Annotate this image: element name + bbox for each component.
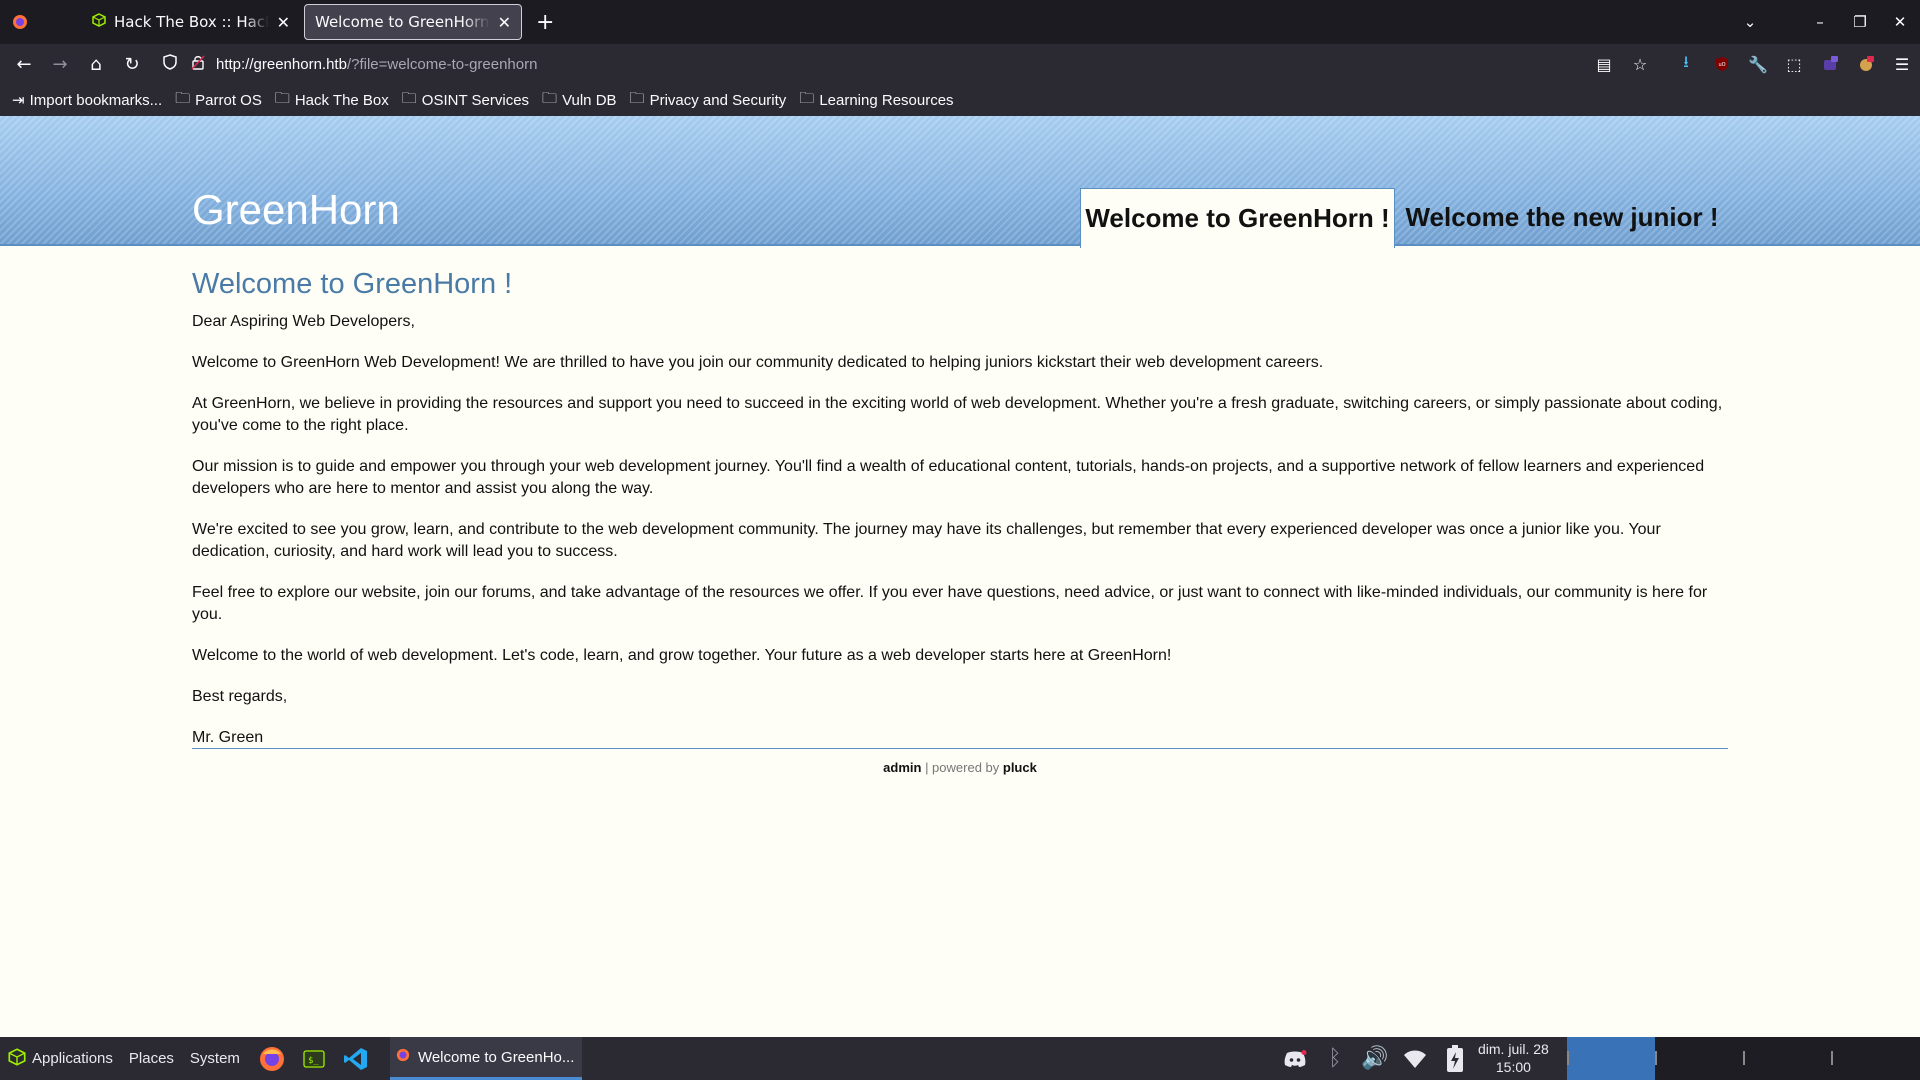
firefox-launcher-icon[interactable] — [256, 1043, 288, 1075]
bookmark-folder-osint[interactable]: 🗀 OSINT Services — [402, 88, 529, 113]
bookmark-folder-vuln-db[interactable]: 🗀 Vuln DB — [542, 88, 617, 113]
system-tray: ᛒ 🔊 — [1275, 1037, 1475, 1080]
paragraph: We're excited to see you grow, learn, an… — [192, 521, 1661, 560]
reader-view-icon[interactable]: ▤ — [1586, 48, 1622, 80]
svg-text:uO: uO — [1718, 62, 1725, 68]
url-bar[interactable]: http://greenhorn.htb/?file=welcome-to-gr… — [156, 48, 1626, 80]
import-icon: ⇥ — [12, 92, 25, 109]
bookmark-folder-privacy[interactable]: 🗀 Privacy and Security — [630, 88, 787, 113]
folder-icon: 🗀 — [274, 89, 290, 107]
tab-greenhorn[interactable]: Welcome to GreenHorn ! - GreenHorn ✕ — [304, 4, 522, 40]
footer-divider — [192, 748, 1728, 749]
paragraph: Welcome to GreenHorn Web Development! We… — [192, 354, 1324, 371]
clock-date: dim. juil. 28 — [1478, 1041, 1549, 1057]
app-menu-icon[interactable]: ☰ — [1884, 48, 1920, 80]
volume-icon[interactable]: 🔊 — [1355, 1046, 1395, 1071]
workspace-3[interactable] — [1743, 1037, 1831, 1080]
foxyproxy-icon[interactable] — [1812, 48, 1848, 80]
folder-icon: 🗀 — [401, 89, 417, 107]
url-text: http://greenhorn.htb/?file=welcome-to-gr… — [216, 55, 538, 73]
restore-icon[interactable]: ❐ — [1840, 13, 1880, 31]
svg-text:$_: $_ — [308, 1056, 319, 1066]
workspace-2[interactable] — [1655, 1037, 1743, 1080]
paragraph: Our mission is to guide and empower you … — [192, 458, 1705, 497]
signature: Mr. Green — [192, 729, 264, 746]
bookmark-folder-hack-the-box[interactable]: 🗀 Hack The Box — [275, 88, 389, 113]
tab-hack-the-box[interactable]: Hack The Box :: Hack The Box ✕ — [82, 4, 300, 40]
page-content: Welcome to GreenHorn ! Dear Aspiring Web… — [192, 268, 1728, 768]
firefox-small-icon — [396, 1048, 410, 1066]
menu-welcome-to-greenhorn[interactable]: Welcome to GreenHorn ! — [1080, 188, 1395, 248]
discord-icon[interactable] — [1275, 1049, 1315, 1068]
bookmark-folder-learning[interactable]: 🗀 Learning Resources — [799, 88, 953, 113]
bluetooth-icon[interactable]: ᛒ — [1315, 1046, 1355, 1071]
places-menu[interactable]: Places — [129, 1050, 174, 1067]
close-tab-icon[interactable]: ✕ — [498, 13, 511, 32]
ublock-icon[interactable]: uO — [1704, 48, 1740, 80]
wifi-icon[interactable] — [1395, 1049, 1435, 1069]
cookie-editor-icon[interactable] — [1848, 48, 1884, 80]
tab-title: Hack The Box :: Hack The Box — [114, 13, 269, 31]
list-all-tabs-icon[interactable]: ⌄ — [1730, 13, 1770, 31]
pluck-link[interactable]: pluck — [1003, 760, 1037, 775]
folder-icon: 🗀 — [629, 89, 645, 107]
home-icon[interactable]: ⌂ — [78, 48, 114, 80]
browser-tab-bar: Hack The Box :: Hack The Box ✕ Welcome t… — [0, 0, 1920, 44]
navigation-toolbar: ← → ⌂ ↻ http://greenhorn.htb/?file=welco… — [0, 44, 1920, 84]
footer-separator: | powered by — [921, 760, 1003, 775]
taskbar-window-firefox[interactable]: Welcome to GreenHo... — [389, 1037, 582, 1080]
vscode-launcher-icon[interactable] — [340, 1043, 372, 1075]
forward-icon[interactable]: → — [42, 48, 78, 80]
page-title: Welcome to GreenHorn ! — [192, 268, 513, 300]
closing: Best regards, — [192, 688, 288, 705]
bookmark-import[interactable]: ⇥ Import bookmarks... — [12, 91, 162, 110]
bookmark-folder-parrot-os[interactable]: 🗀 Parrot OS — [175, 88, 262, 113]
new-tab-button[interactable]: + — [536, 10, 554, 35]
clock[interactable]: dim. juil. 28 15:00 — [1478, 1040, 1549, 1076]
close-tab-icon[interactable]: ✕ — [277, 13, 290, 32]
workspace-4[interactable] — [1831, 1037, 1920, 1080]
close-window-icon[interactable]: ✕ — [1880, 13, 1920, 31]
folder-icon: 🗀 — [799, 89, 815, 107]
terminal-launcher-icon[interactable]: $_ — [298, 1043, 330, 1075]
shield-icon[interactable] — [156, 54, 184, 74]
greeting: Dear Aspiring Web Developers, — [192, 313, 415, 330]
parrot-cube-icon — [8, 1047, 26, 1070]
applications-menu[interactable]: Applications — [8, 1047, 113, 1070]
workspace-1[interactable] — [1567, 1037, 1655, 1080]
paragraph: Welcome to the world of web development.… — [192, 647, 1172, 664]
system-menu[interactable]: System — [190, 1050, 240, 1067]
admin-link[interactable]: admin — [883, 760, 921, 775]
site-header: GreenHorn Welcome to GreenHorn ! Welcome… — [0, 116, 1920, 248]
extensions-icon[interactable]: ⬚ — [1776, 48, 1812, 80]
desktop-taskbar: Applications Places System $_ Welcome to… — [0, 1037, 1920, 1080]
downloads-icon[interactable]: ⭳ — [1668, 48, 1704, 80]
battery-icon[interactable] — [1435, 1044, 1475, 1073]
folder-icon: 🗀 — [542, 89, 558, 107]
bookmarks-toolbar: ⇥ Import bookmarks... 🗀 Parrot OS 🗀 Hack Th… — [0, 84, 1920, 116]
bookmark-star-icon[interactable]: ☆ — [1622, 48, 1658, 80]
menu-welcome-new-junior[interactable]: Welcome the new junior ! — [1397, 188, 1727, 246]
clock-time: 15:00 — [1495, 1059, 1531, 1075]
insecure-lock-icon[interactable] — [184, 54, 212, 74]
site-footer: admin | powered by pluck — [0, 760, 1920, 775]
paragraph: Feel free to explore our website, join o… — [192, 584, 1708, 623]
tab-title: Welcome to GreenHorn ! - GreenHorn — [315, 13, 490, 31]
folder-icon: 🗀 — [175, 89, 191, 107]
paragraph: At GreenHorn, we believe in providing th… — [192, 395, 1723, 434]
site-title[interactable]: GreenHorn — [192, 186, 400, 234]
htb-cube-icon — [92, 13, 106, 31]
minimize-icon[interactable]: – — [1800, 13, 1840, 31]
back-icon[interactable]: ← — [6, 48, 42, 80]
wrench-icon[interactable]: 🔧 — [1740, 48, 1776, 80]
reload-icon[interactable]: ↻ — [114, 48, 150, 80]
firefox-menu-icon[interactable] — [0, 0, 40, 44]
